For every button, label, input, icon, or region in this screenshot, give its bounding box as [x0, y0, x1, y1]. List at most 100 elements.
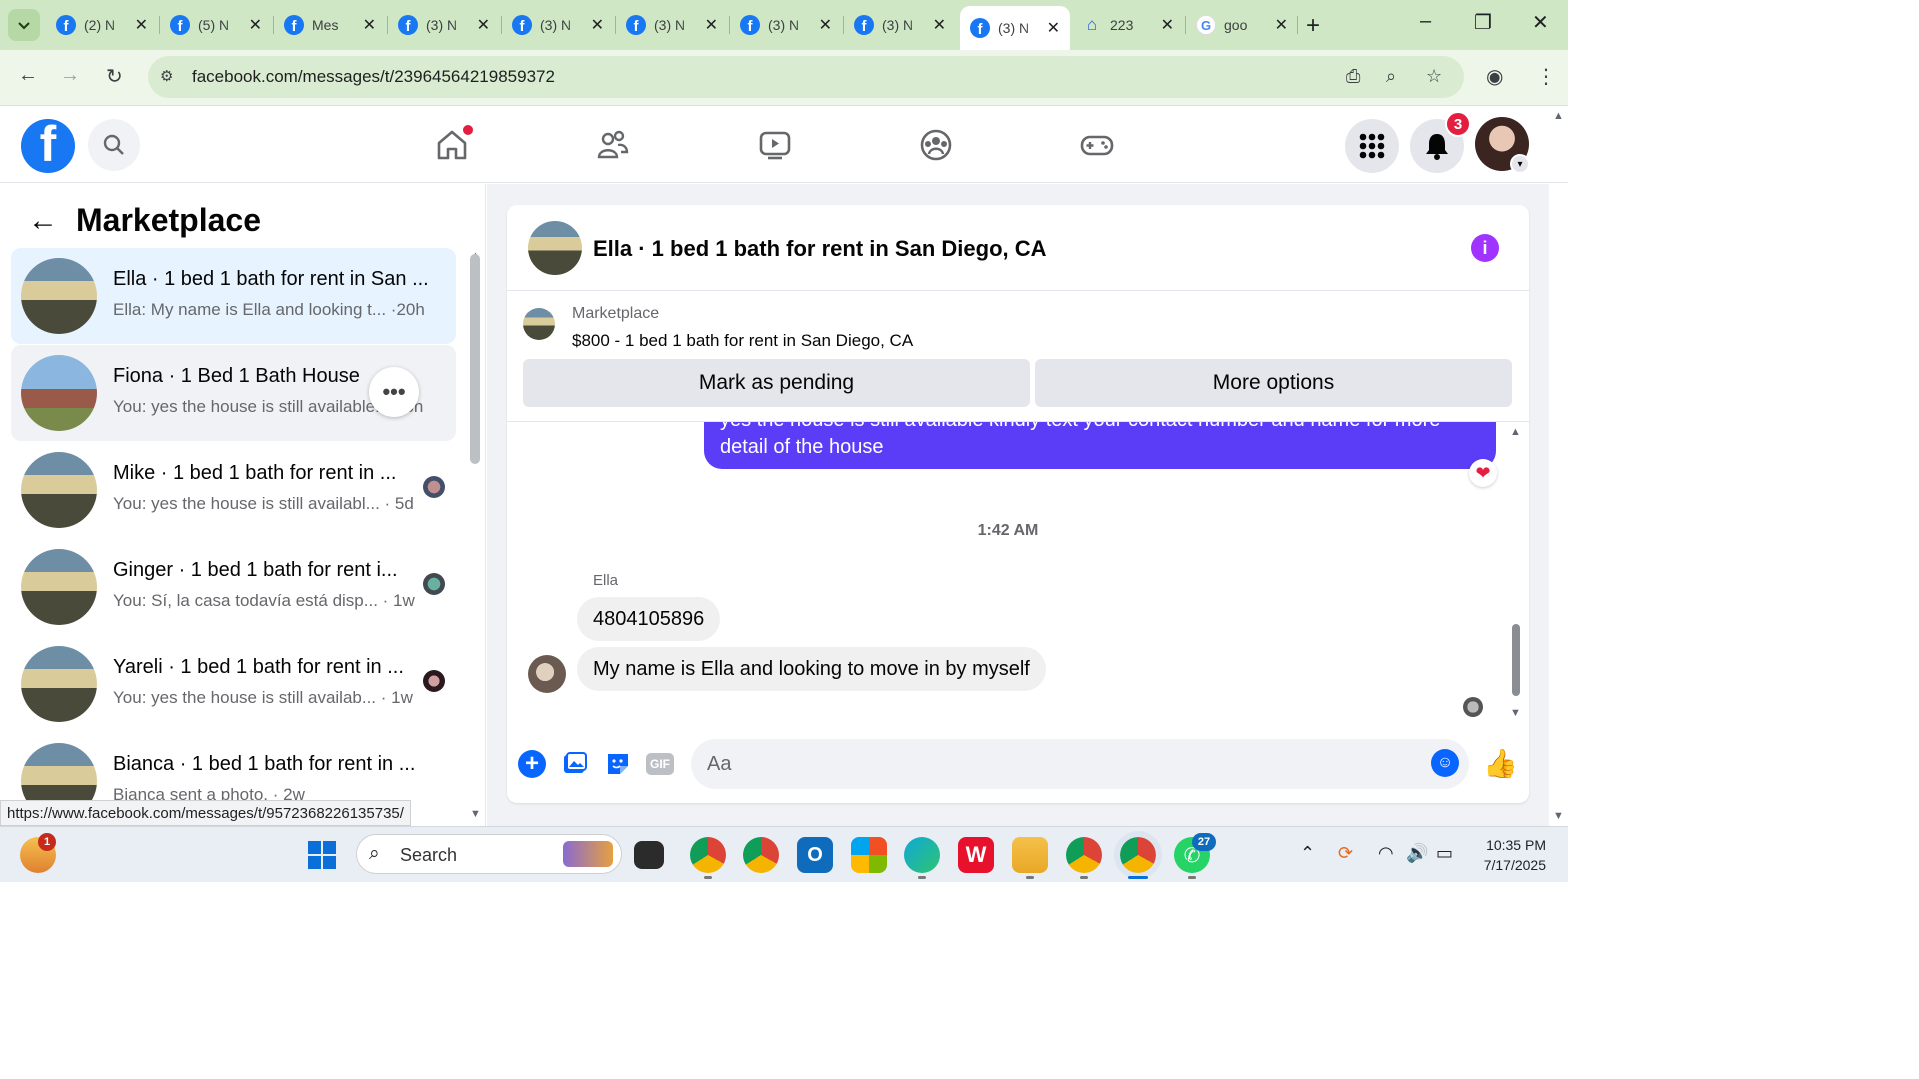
gaming-nav-icon[interactable]	[1077, 125, 1117, 165]
gif-icon[interactable]: GIF	[646, 753, 674, 775]
browser-tab[interactable]: f (3) N ✕	[616, 8, 728, 42]
minimize-button[interactable]: –	[1420, 10, 1431, 33]
system-clock[interactable]: 10:35 PM 7/17/2025	[1474, 835, 1546, 875]
reload-button[interactable]: ↻	[106, 64, 123, 89]
browser-tab[interactable]: Ggoo ✕	[1186, 8, 1298, 42]
restore-button[interactable]: ❐	[1474, 10, 1492, 35]
message-input[interactable]: Aa	[691, 739, 1469, 789]
browser-tab[interactable]: f (3) N ✕	[502, 8, 614, 42]
close-tab-icon[interactable]: ✕	[705, 15, 718, 35]
close-window-button[interactable]: ✕	[1532, 10, 1549, 35]
browser-tab[interactable]: f (2) N ✕	[46, 8, 158, 42]
listing-thumbnail[interactable]	[523, 308, 555, 340]
facebook-search-button[interactable]	[88, 119, 140, 171]
sidebar-scrollbar[interactable]	[470, 254, 480, 464]
page-scroll-down-arrow[interactable]: ▼	[1553, 810, 1564, 822]
page-scroll-up-arrow[interactable]: ▲	[1553, 110, 1564, 122]
mark-as-pending-button[interactable]: Mark as pending	[523, 359, 1030, 407]
chrome-icon[interactable]	[743, 837, 779, 873]
close-tab-icon[interactable]: ✕	[591, 15, 604, 35]
taskbar-search[interactable]: ⌕ Search	[356, 834, 622, 874]
url-text[interactable]: facebook.com/messages/t/2396456421985937…	[192, 67, 555, 87]
groups-nav-icon[interactable]	[916, 125, 956, 165]
emoji-icon[interactable]: ☺	[1431, 749, 1459, 777]
tab-search-button[interactable]	[8, 9, 40, 41]
edge-icon[interactable]	[904, 837, 940, 873]
incoming-message[interactable]: 4804105896	[577, 597, 721, 641]
file-explorer-icon[interactable]	[1012, 837, 1048, 873]
close-tab-icon[interactable]: ✕	[819, 15, 832, 35]
friends-nav-icon[interactable]	[593, 125, 633, 165]
chrome-profile-icon[interactable]	[690, 837, 726, 873]
menu-kebab-icon[interactable]: ⋮	[1536, 64, 1556, 89]
conversation-item[interactable]: Yareli · 1 bed 1 bath for rent in ... Yo…	[11, 636, 456, 732]
grid-icon	[1359, 133, 1385, 159]
close-tab-icon[interactable]: ✕	[1161, 15, 1174, 35]
video-nav-icon[interactable]	[755, 125, 795, 165]
facebook-logo-icon[interactable]: f	[21, 119, 75, 173]
address-bar[interactable]: ⚙ facebook.com/messages/t/23964564219859…	[148, 56, 1464, 98]
chat-scrollbar[interactable]	[1512, 624, 1520, 696]
chrome-profile-icon[interactable]	[1066, 837, 1102, 873]
seen-receipt-avatar	[1463, 697, 1483, 717]
show-hidden-icons-icon[interactable]: ⌃	[1300, 843, 1315, 864]
new-tab-button[interactable]: +	[1306, 12, 1320, 40]
conversation-options-button[interactable]: •••	[369, 367, 419, 417]
listing-title[interactable]: $800 - 1 bed 1 bath for rent in San Dieg…	[572, 331, 913, 351]
sticker-icon[interactable]	[603, 749, 633, 779]
close-tab-icon[interactable]: ✕	[1047, 18, 1060, 38]
conversation-preview: You: yes the house is still availabl... …	[113, 494, 414, 513]
browser-tab[interactable]: f (3) N ✕	[388, 8, 500, 42]
bookmark-star-icon[interactable]: ☆	[1426, 66, 1442, 87]
conversation-item[interactable]: Ginger · 1 bed 1 bath for rent i... You:…	[11, 539, 456, 635]
microsoft-store-icon[interactable]	[851, 837, 887, 873]
chrome-active-icon[interactable]	[1114, 831, 1162, 879]
battery-icon[interactable]: ▭	[1436, 843, 1453, 864]
outlook-icon[interactable]: O	[797, 837, 833, 873]
menu-grid-button[interactable]	[1345, 119, 1399, 173]
info-icon[interactable]: i	[1471, 234, 1499, 262]
windows-start-icon[interactable]	[304, 837, 340, 873]
volume-icon[interactable]: 🔊	[1406, 843, 1428, 864]
wifi-icon[interactable]: ◠	[1378, 843, 1394, 864]
browser-tab[interactable]: f (5) N ✕	[160, 8, 272, 42]
close-tab-icon[interactable]: ✕	[363, 15, 376, 35]
close-tab-icon[interactable]: ✕	[477, 15, 490, 35]
incoming-message[interactable]: My name is Ella and looking to move in b…	[577, 647, 1046, 691]
close-tab-icon[interactable]: ✕	[933, 15, 946, 35]
conversation-item[interactable]: Mike · 1 bed 1 bath for rent in ... You:…	[11, 442, 456, 538]
browser-tab-active[interactable]: f (3) N ✕	[960, 6, 1070, 50]
task-view-icon[interactable]	[634, 841, 664, 869]
back-button[interactable]: ←	[18, 64, 38, 87]
browser-tab[interactable]: f (3) N ✕	[844, 8, 956, 42]
scroll-down-arrow[interactable]: ▼	[1510, 707, 1521, 719]
conversation-item[interactable]: Fiona · 1 Bed 1 Bath House You: yes the …	[11, 345, 456, 441]
sync-icon[interactable]: ⟳	[1338, 843, 1353, 864]
more-options-button[interactable]: More options	[1035, 359, 1512, 407]
browser-tab[interactable]: f Mes ✕	[274, 8, 386, 42]
install-app-icon[interactable]: ⎙	[1346, 66, 1360, 87]
outgoing-message[interactable]: yes the house is still available kindly …	[704, 422, 1496, 469]
photo-icon[interactable]	[560, 749, 590, 779]
chat-avatar[interactable]	[528, 221, 582, 275]
browser-tab[interactable]: f (3) N ✕	[730, 8, 842, 42]
plus-icon[interactable]: +	[518, 750, 546, 778]
sender-avatar[interactable]	[528, 655, 566, 693]
site-info-icon[interactable]: ⚙	[160, 67, 173, 85]
forward-button[interactable]: →	[60, 64, 80, 87]
heart-reaction-icon[interactable]: ❤	[1469, 459, 1497, 487]
conversation-item[interactable]: Ella · 1 bed 1 bath for rent in San ... …	[11, 248, 456, 344]
back-arrow-icon[interactable]: ←	[28, 204, 58, 238]
profile-icon[interactable]: ◉	[1486, 64, 1503, 89]
thumbs-up-icon[interactable]: 👍	[1483, 747, 1518, 780]
close-tab-icon[interactable]: ✕	[1275, 15, 1288, 35]
zoom-icon[interactable]: ⌕	[1386, 66, 1396, 87]
chevron-down-icon[interactable]: ▾	[1510, 154, 1530, 174]
browser-tab[interactable]: ⌂ 223 ✕	[1072, 8, 1184, 42]
wps-office-icon[interactable]: W	[958, 837, 994, 873]
scroll-up-arrow[interactable]: ▲	[1510, 426, 1521, 438]
scroll-down-arrow[interactable]: ▼	[470, 808, 481, 820]
chat-title[interactable]: Ella · 1 bed 1 bath for rent in San Dieg…	[593, 236, 1047, 262]
close-tab-icon[interactable]: ✕	[135, 15, 148, 35]
close-tab-icon[interactable]: ✕	[249, 15, 262, 35]
